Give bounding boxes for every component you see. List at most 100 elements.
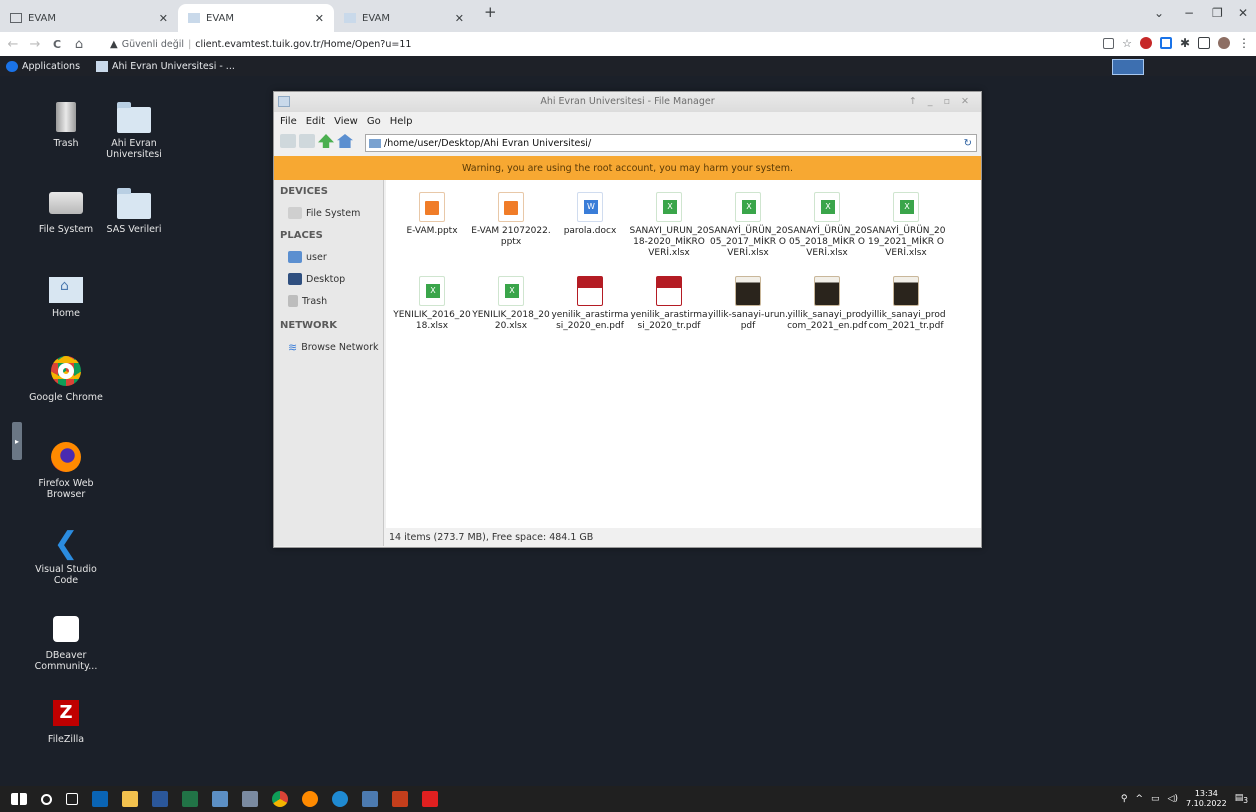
app-icon[interactable]	[362, 791, 378, 807]
window-titlebar[interactable]: Ahi Evran Universitesi - File Manager ↑ …	[274, 92, 981, 112]
file-item[interactable]: SANAYI_URUN_2018-2020_MİKRO VERİ.xlsx	[629, 192, 709, 259]
windows-start-icon[interactable]	[11, 793, 27, 805]
menu-view[interactable]: View	[334, 116, 358, 127]
file-name: SANAYİ_ÜRÜN_2005_2018_MİKR OVERİ.xlsx	[787, 226, 867, 258]
close-window-button[interactable]: ✕	[1238, 6, 1248, 20]
side-panel-icon[interactable]	[1198, 37, 1210, 49]
browser-tab-strip: EVAM ✕ EVAM ✕ EVAM ✕ + ⌄ − ❐ ✕	[0, 0, 1256, 32]
firefox-icon[interactable]	[302, 791, 318, 807]
desktop-icon-firefox[interactable]: Firefox Web Browser	[28, 440, 104, 500]
tab-evam-2[interactable]: EVAM ✕	[178, 4, 334, 32]
close-tab-icon[interactable]: ✕	[455, 12, 464, 25]
file-item[interactable]: SANAYİ_ÜRÜN_2005_2017_MİKR OVERİ.xlsx	[708, 192, 788, 259]
file-item[interactable]: yenilik_arastirmasi_2020_tr.pdf	[629, 276, 709, 332]
home-icon[interactable]	[337, 134, 353, 148]
tab-evam-1[interactable]: EVAM ✕	[0, 4, 178, 32]
puzzle-icon[interactable]: ✱	[1180, 36, 1190, 50]
back-arrow-icon[interactable]	[280, 134, 296, 148]
avatar[interactable]	[1218, 37, 1230, 49]
extension-icon[interactable]	[1159, 37, 1172, 49]
menu-help[interactable]: Help	[390, 116, 413, 127]
desktop-icon-ahi-evran[interactable]: Ahi Evran Universitesi	[96, 100, 172, 160]
app-icon[interactable]	[242, 791, 258, 807]
acrobat-icon[interactable]	[422, 791, 438, 807]
desktop-icon-google-chrome[interactable]: Google Chrome	[28, 354, 104, 403]
file-name: yillik_sanayi_prodcom_2021_tr.pdf	[866, 310, 946, 331]
more-menu-icon[interactable]: ⋮	[1238, 36, 1250, 50]
bookmark-ahi-evran[interactable]: Ahi Evran Universitesi - ...	[96, 60, 235, 72]
file-item[interactable]: yillik_sanayi_prodcom_2021_tr.pdf	[866, 276, 946, 332]
word-icon[interactable]	[152, 791, 168, 807]
tab-evam-3[interactable]: EVAM ✕	[334, 4, 474, 32]
file-item[interactable]: parola.docx	[550, 192, 630, 237]
desktop-icon-file-system[interactable]: File System	[28, 186, 104, 235]
outlook-icon[interactable]	[92, 791, 108, 807]
warning-icon[interactable]: ▲	[110, 39, 118, 50]
devices-heading: DEVICES	[280, 186, 328, 197]
share-icon[interactable]	[1103, 37, 1115, 49]
app-icon[interactable]	[212, 791, 228, 807]
sidebar-item-trash[interactable]: Trash	[274, 290, 383, 312]
close-tab-icon[interactable]: ✕	[315, 12, 324, 25]
search-icon[interactable]	[41, 793, 52, 805]
side-panel-handle[interactable]: ▸	[12, 422, 22, 460]
desktop-icon-dbeaver[interactable]: DBeaver Community...	[24, 612, 108, 672]
file-item[interactable]: E-VAM.pptx	[392, 192, 472, 237]
forward-button[interactable]: →	[26, 37, 44, 52]
network-icon[interactable]: ▭	[1151, 794, 1160, 804]
sidebar-item-user[interactable]: user	[274, 246, 383, 268]
file-item[interactable]: yillik-sanayi-urun.pdf	[708, 276, 788, 332]
people-icon[interactable]: ⚲	[1121, 794, 1128, 804]
tab-search-icon[interactable]: ⌄	[1154, 6, 1164, 20]
sidebar-item-file-system[interactable]: File System	[274, 202, 383, 224]
forward-arrow-icon[interactable]	[299, 134, 315, 148]
excel-icon[interactable]	[182, 791, 198, 807]
notification-icon[interactable]: ▤3	[1235, 793, 1248, 805]
chrome-icon[interactable]	[272, 791, 288, 807]
desktop-icon-filezilla[interactable]: Z FileZilla	[28, 696, 104, 745]
clock[interactable]: 13:34 7.10.2022	[1186, 789, 1227, 809]
powerpoint-icon[interactable]	[392, 791, 408, 807]
task-view-icon[interactable]	[66, 793, 78, 805]
file-item[interactable]: YENILIK_2018_2020.xlsx	[471, 276, 551, 332]
file-item[interactable]: SANAYİ_ÜRÜN_2019_2021_MİKR OVERİ.xlsx	[866, 192, 946, 259]
file-name: yenilik_arastirmasi_2020_en.pdf	[551, 310, 629, 331]
sidebar-item-desktop[interactable]: Desktop	[274, 268, 383, 290]
path-input[interactable]: /home/user/Desktop/Ahi Evran Universites…	[365, 134, 977, 152]
file-item[interactable]: yenilik_arastirmasi_2020_en.pdf	[550, 276, 630, 332]
volume-icon[interactable]: ◁)	[1168, 794, 1178, 804]
remote-desktop-indicator[interactable]	[1112, 59, 1144, 75]
file-item[interactable]: SANAYİ_ÜRÜN_2005_2018_MİKR OVERİ.xlsx	[787, 192, 867, 259]
sidebar-item-browse-network[interactable]: ≋ Browse Network	[274, 336, 383, 358]
bookmark-applications[interactable]: Applications	[6, 60, 80, 72]
bookmarks-bar: Applications Ahi Evran Universitesi - ..…	[0, 56, 1256, 76]
menu-edit[interactable]: Edit	[306, 116, 325, 127]
desktop-icon-vscode[interactable]: ❮ Visual Studio Code	[28, 526, 104, 586]
desktop-icon-trash[interactable]: Trash	[28, 100, 104, 149]
chevron-up-icon[interactable]: ^	[1135, 794, 1143, 804]
home-button[interactable]: ⌂	[70, 37, 88, 52]
window-controls[interactable]: ↑ _ ▫ ✕	[909, 92, 973, 112]
file-item[interactable]: YENILIK_2016_2018.xlsx	[392, 276, 472, 332]
restore-button[interactable]: ❐	[1212, 6, 1223, 20]
menu-go[interactable]: Go	[367, 116, 381, 127]
menu-file[interactable]: File	[280, 116, 297, 127]
refresh-icon[interactable]: ↻	[964, 138, 972, 149]
file-item[interactable]: E-VAM 21072022.pptx	[471, 192, 551, 248]
minimize-button[interactable]: −	[1184, 6, 1194, 20]
desktop-icon-sas-verileri[interactable]: SAS Verileri	[96, 186, 172, 235]
back-button[interactable]: ←	[4, 37, 22, 52]
reload-button[interactable]: C	[48, 38, 66, 51]
up-arrow-icon[interactable]	[318, 134, 334, 148]
edge-icon[interactable]	[332, 791, 348, 807]
file-item[interactable]: yillik_sanayi_prodcom_2021_en.pdf	[787, 276, 867, 332]
close-tab-icon[interactable]: ✕	[159, 12, 168, 25]
xlsx-file-icon	[893, 192, 919, 222]
address-bar[interactable]: ▲ Güvenli değil | client.evamtest.tuik.g…	[110, 34, 1090, 54]
desktop-icon-home[interactable]: Home	[28, 270, 104, 319]
new-tab-button[interactable]: +	[484, 3, 497, 21]
file-name: yillik-sanayi-urun.pdf	[708, 310, 788, 331]
file-explorer-icon[interactable]	[122, 791, 138, 807]
extension-icon[interactable]	[1139, 37, 1152, 49]
bookmark-star-icon[interactable]: ☆	[1122, 37, 1132, 50]
